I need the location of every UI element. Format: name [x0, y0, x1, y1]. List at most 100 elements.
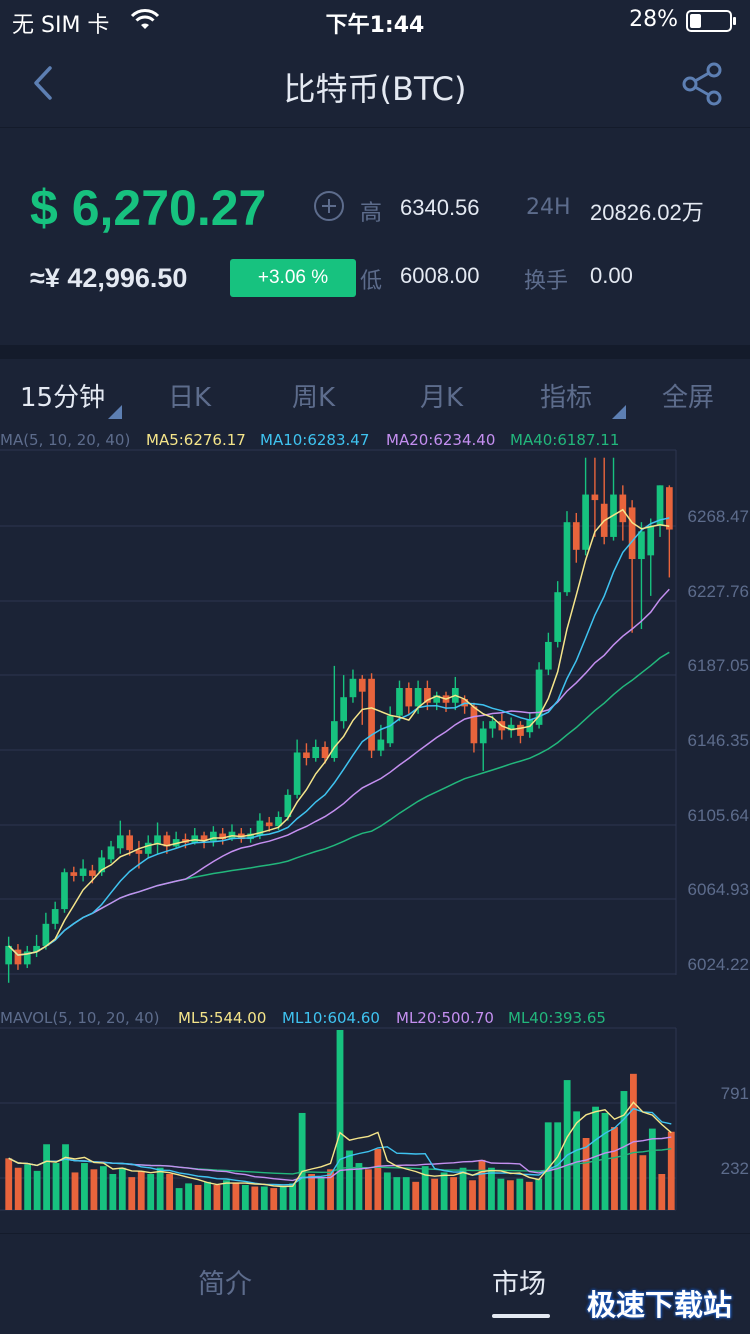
- price-tick-label: 6146.35: [688, 731, 749, 750]
- price-tick-label: 6187.05: [688, 656, 749, 675]
- candle-body: [321, 746, 329, 759]
- candle-body: [70, 872, 78, 876]
- tab-indicators[interactable]: 指标: [540, 377, 592, 414]
- volume-bar: [639, 1155, 647, 1210]
- candle-body: [582, 494, 589, 550]
- volume-bar: [52, 1163, 60, 1210]
- candle-body: [312, 746, 320, 759]
- candle-body: [368, 678, 375, 751]
- tab-intro[interactable]: 简介: [198, 1262, 252, 1301]
- candle-body: [116, 835, 124, 849]
- volume-bar: [506, 1180, 514, 1210]
- candle-body: [107, 846, 115, 860]
- volume-bar: [620, 1091, 628, 1210]
- volume-bar: [469, 1180, 476, 1210]
- volume-bar: [99, 1166, 107, 1210]
- candle-body: [126, 835, 133, 851]
- volume-bar: [118, 1167, 126, 1210]
- volume-bar: [374, 1148, 382, 1210]
- volume-bar: [251, 1186, 259, 1210]
- volume-bar: [355, 1163, 363, 1210]
- price-tick-label: 6105.64: [688, 806, 749, 825]
- candle-body: [414, 687, 422, 707]
- volume-bar: [298, 1112, 306, 1210]
- tab-week-k[interactable]: 周K: [292, 377, 335, 414]
- page-title: 比特币(BTC): [283, 70, 467, 108]
- volume-bar: [204, 1181, 211, 1210]
- candle-body: [470, 706, 478, 744]
- dropdown-corner-icon: [108, 405, 122, 419]
- volume-bar: [459, 1167, 467, 1210]
- candle-body: [42, 923, 50, 946]
- turnover-label: 换手: [524, 269, 569, 294]
- price-panel: $ 6,270.27 ≈¥ 42,996.50 +3.06 % 高 6340.5…: [0, 129, 750, 345]
- high-value: 6340.56: [400, 195, 480, 220]
- volume-bar: [667, 1131, 675, 1210]
- volume-bar: [156, 1167, 164, 1210]
- volume-bar: [364, 1169, 372, 1210]
- volume-bar: [33, 1170, 41, 1210]
- candle-body: [517, 724, 524, 736]
- candle-body: [396, 687, 403, 716]
- volume-bar: [383, 1172, 391, 1210]
- candle-body: [303, 752, 310, 759]
- watermark-text: 极速下载站: [586, 1288, 732, 1322]
- high-label: 高: [360, 201, 383, 226]
- volume-bar: [14, 1167, 22, 1210]
- volume-bar: [213, 1184, 221, 1210]
- candle-body: [293, 752, 301, 795]
- volume-bar: [5, 1158, 13, 1210]
- volume-bar: [346, 1150, 353, 1210]
- tab-market[interactable]: 市场: [492, 1262, 546, 1301]
- candle-body: [349, 678, 357, 698]
- volume-bar: [592, 1106, 599, 1210]
- bottom-tab-bar: 简介 市场 极速下载站: [0, 1233, 750, 1334]
- chart-area[interactable]: MA(5, 10, 20, 40) MA5:6276.17 MA10:6283.…: [0, 425, 750, 1233]
- volume-bar: [535, 1178, 543, 1210]
- volume-bar: [658, 1174, 666, 1210]
- tab-day-k[interactable]: 日K: [168, 377, 211, 414]
- volume-bar: [147, 1174, 155, 1210]
- volume-bar: [81, 1163, 88, 1210]
- volume-bar: [308, 1174, 316, 1210]
- volume-tick-label: 232: [721, 1159, 749, 1178]
- ml40-value: ML40:393.65: [508, 1009, 606, 1027]
- volume-bar: [289, 1183, 297, 1210]
- volume-bar: [488, 1167, 495, 1210]
- ml5-value: ML5:544.00: [178, 1009, 267, 1027]
- tab-month-k[interactable]: 月K: [420, 377, 463, 414]
- candle-body: [135, 850, 143, 854]
- tab-fullscreen[interactable]: 全屏: [662, 377, 714, 414]
- volume-bar: [279, 1186, 287, 1210]
- candle-body: [89, 870, 96, 876]
- volume-bar: [525, 1181, 533, 1210]
- candle-body: [386, 715, 394, 744]
- volume-bar: [516, 1178, 524, 1210]
- add-watchlist-icon[interactable]: [314, 191, 344, 221]
- candle-body: [638, 531, 645, 560]
- share-icon[interactable]: [678, 60, 726, 108]
- active-tab-indicator: [492, 1314, 550, 1318]
- volume-bar: [450, 1177, 457, 1210]
- volume-bar: [223, 1180, 230, 1210]
- candle-body: [554, 592, 562, 642]
- candle-body: [489, 721, 496, 729]
- volume-bar: [166, 1174, 174, 1210]
- candle-body: [210, 831, 217, 841]
- ml10-value: ML10:604.60: [282, 1009, 380, 1027]
- ma20-line: [8, 588, 670, 956]
- volume-bar: [402, 1177, 410, 1210]
- candle-body: [647, 525, 655, 556]
- candle-body: [330, 721, 338, 759]
- volume-bar: [270, 1188, 278, 1210]
- price-tick-label: 6064.93: [688, 880, 749, 899]
- low-value: 6008.00: [400, 263, 480, 288]
- cny-price: ≈¥ 42,996.50: [30, 263, 188, 293]
- candle-body: [340, 697, 348, 722]
- turnover-value: 0.00: [590, 263, 633, 288]
- volume-bar: [90, 1169, 98, 1210]
- volume-bar: [24, 1164, 32, 1210]
- candle-body: [591, 494, 599, 501]
- tab-15min[interactable]: 15分钟: [20, 377, 105, 414]
- price-tick-label: 6227.76: [688, 582, 749, 601]
